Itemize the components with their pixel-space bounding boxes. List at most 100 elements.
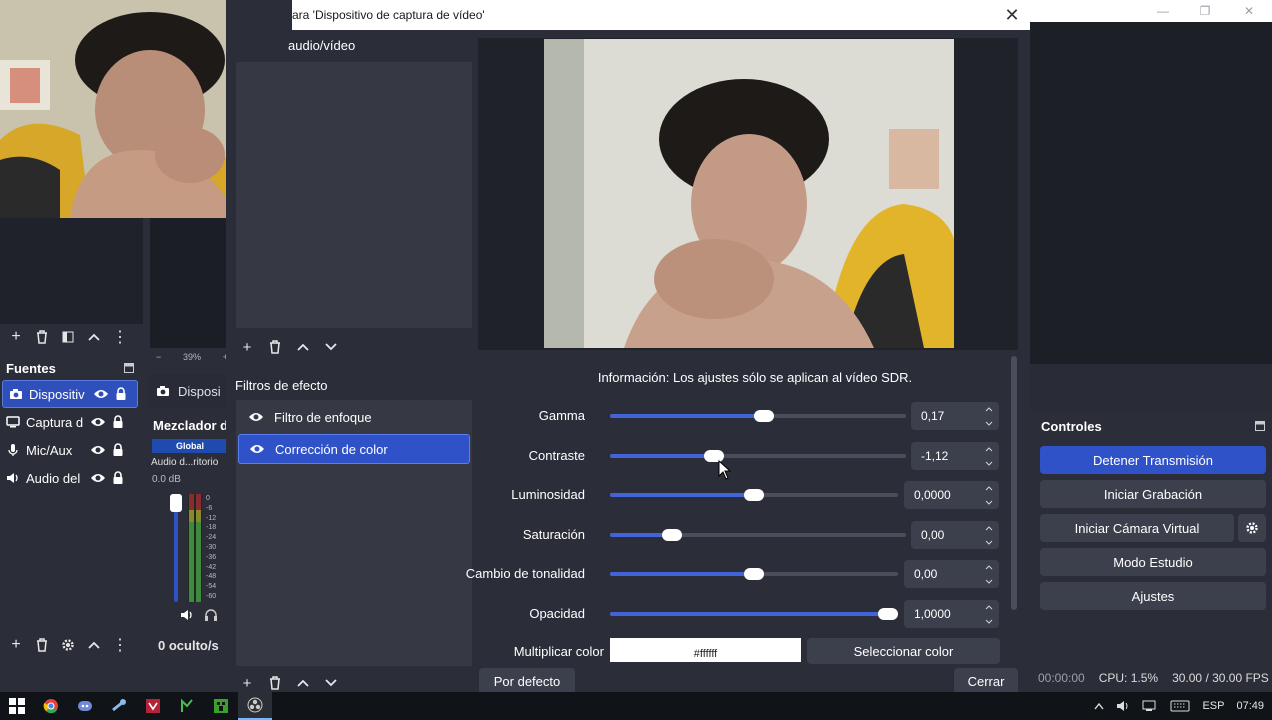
clock[interactable]: 07:49 bbox=[1236, 700, 1264, 712]
property-spinbox[interactable]: 0,0000 bbox=[904, 481, 999, 509]
slider-thumb[interactable] bbox=[878, 608, 898, 620]
remove-source-icon[interactable] bbox=[32, 635, 52, 655]
chevron-up-icon[interactable] bbox=[985, 485, 993, 491]
chevron-down-icon[interactable] bbox=[985, 461, 993, 466]
discord-icon[interactable] bbox=[68, 692, 102, 720]
eye-icon[interactable] bbox=[90, 472, 106, 484]
lock-icon[interactable] bbox=[115, 387, 127, 401]
property-spinbox[interactable]: 0,00 bbox=[911, 521, 999, 549]
chevron-down-icon[interactable] bbox=[985, 421, 993, 426]
app-green-icon[interactable] bbox=[170, 692, 204, 720]
undock-icon[interactable] bbox=[1255, 419, 1265, 434]
source-item-mic[interactable]: Mic/Aux bbox=[0, 436, 140, 464]
spin-arrows[interactable] bbox=[981, 600, 997, 628]
chevron-down-icon[interactable] bbox=[985, 500, 993, 505]
chevron-down-icon[interactable] bbox=[985, 540, 993, 545]
chevron-up-icon[interactable] bbox=[985, 604, 993, 610]
property-slider[interactable] bbox=[610, 568, 898, 580]
spin-arrows[interactable] bbox=[981, 402, 997, 430]
move-up-icon[interactable] bbox=[84, 635, 104, 655]
effect-item-sharpen[interactable]: Filtro de enfoque bbox=[238, 402, 470, 432]
virtual-camera-settings-button[interactable] bbox=[1238, 514, 1266, 542]
remove-filter-icon[interactable] bbox=[264, 336, 286, 358]
add-filter-icon[interactable]: + bbox=[236, 672, 258, 694]
slider-thumb[interactable] bbox=[662, 529, 683, 541]
eye-icon[interactable] bbox=[249, 443, 265, 455]
minecraft-icon[interactable] bbox=[204, 692, 238, 720]
eye-icon[interactable] bbox=[248, 411, 264, 423]
scene-filter-icon[interactable] bbox=[58, 327, 78, 347]
property-slider[interactable] bbox=[610, 450, 906, 462]
remove-scene-icon[interactable] bbox=[32, 327, 52, 347]
language-indicator[interactable]: ESP bbox=[1202, 700, 1224, 712]
move-up-icon[interactable] bbox=[84, 327, 104, 347]
studio-mode-button[interactable]: Modo Estudio bbox=[1040, 548, 1266, 576]
volume-slider-thumb[interactable] bbox=[170, 494, 182, 512]
stop-stream-button[interactable]: Detener Transmisión bbox=[1040, 446, 1266, 474]
chevron-up-icon[interactable] bbox=[985, 525, 993, 531]
eye-icon[interactable] bbox=[90, 416, 106, 428]
property-spinbox[interactable]: 0,00 bbox=[904, 560, 999, 588]
lock-icon[interactable] bbox=[112, 415, 124, 429]
source-item-video-capture[interactable]: Dispositiv bbox=[2, 380, 138, 408]
remove-filter-icon[interactable] bbox=[264, 672, 286, 694]
more-icon[interactable]: ⋮ bbox=[110, 635, 130, 655]
chevron-up-icon[interactable] bbox=[1094, 702, 1104, 710]
add-source-icon[interactable]: + bbox=[6, 635, 26, 655]
settings-button[interactable]: Ajustes bbox=[1040, 582, 1266, 610]
spin-arrows[interactable] bbox=[981, 521, 997, 549]
slider-thumb[interactable] bbox=[744, 489, 764, 501]
source-item-desktop-audio[interactable]: Audio del bbox=[0, 464, 140, 492]
eye-icon[interactable] bbox=[90, 444, 106, 456]
volume-icon[interactable] bbox=[180, 608, 194, 622]
add-filter-icon[interactable]: + bbox=[236, 336, 258, 358]
headphones-icon[interactable] bbox=[204, 608, 218, 622]
scenes-list[interactable] bbox=[0, 218, 143, 324]
chevron-up-icon[interactable] bbox=[985, 564, 993, 570]
av-filters-list[interactable] bbox=[236, 62, 472, 328]
lock-icon[interactable] bbox=[112, 443, 124, 457]
close-button[interactable]: ✕ bbox=[1234, 2, 1264, 20]
defaults-button[interactable]: Por defecto bbox=[479, 668, 575, 694]
move-down-icon[interactable] bbox=[320, 672, 342, 694]
undock-icon[interactable] bbox=[124, 361, 134, 376]
slider-thumb[interactable] bbox=[744, 568, 764, 580]
network-icon[interactable] bbox=[1142, 700, 1158, 712]
app-red-icon[interactable] bbox=[136, 692, 170, 720]
eye-icon[interactable] bbox=[93, 388, 109, 400]
property-slider[interactable] bbox=[610, 410, 906, 422]
property-slider[interactable] bbox=[610, 608, 898, 620]
property-slider[interactable] bbox=[610, 529, 906, 541]
obs-icon[interactable] bbox=[238, 692, 272, 720]
spin-arrows[interactable] bbox=[981, 442, 997, 470]
properties-scrollbar[interactable] bbox=[1011, 356, 1017, 610]
move-down-icon[interactable] bbox=[320, 336, 342, 358]
slider-thumb[interactable] bbox=[753, 410, 774, 422]
windows-start-icon[interactable] bbox=[0, 692, 34, 720]
property-spinbox[interactable]: 1,0000 bbox=[904, 600, 999, 628]
move-up-icon[interactable] bbox=[292, 336, 314, 358]
property-slider[interactable] bbox=[610, 489, 898, 501]
zoom-out-button[interactable]: − bbox=[156, 352, 161, 362]
select-color-button[interactable]: Seleccionar color bbox=[807, 638, 1000, 664]
effect-item-color-correction[interactable]: Corrección de color bbox=[238, 434, 470, 464]
close-dialog-button[interactable]: Cerrar bbox=[954, 668, 1018, 694]
chevron-up-icon[interactable] bbox=[985, 406, 993, 412]
lock-icon[interactable] bbox=[112, 471, 124, 485]
chevron-up-icon[interactable] bbox=[985, 446, 993, 452]
maximize-button[interactable]: ❐ bbox=[1190, 2, 1220, 20]
start-recording-button[interactable]: Iniciar Grabación bbox=[1040, 480, 1266, 508]
chevron-down-icon[interactable] bbox=[985, 619, 993, 624]
chrome-icon[interactable] bbox=[34, 692, 68, 720]
volume-icon[interactable] bbox=[1116, 700, 1130, 712]
steam-icon[interactable] bbox=[102, 692, 136, 720]
start-virtual-camera-button[interactable]: Iniciar Cámara Virtual bbox=[1040, 514, 1234, 542]
minimize-button[interactable]: — bbox=[1148, 2, 1178, 20]
source-settings-icon[interactable] bbox=[58, 635, 78, 655]
spin-arrows[interactable] bbox=[981, 481, 997, 509]
source-item-screen-capture[interactable]: Captura d bbox=[0, 408, 140, 436]
keyboard-icon[interactable] bbox=[1170, 700, 1190, 712]
property-spinbox[interactable]: 0,17 bbox=[911, 402, 999, 430]
more-icon[interactable]: ⋮ bbox=[110, 327, 130, 347]
add-scene-icon[interactable]: + bbox=[6, 327, 26, 347]
